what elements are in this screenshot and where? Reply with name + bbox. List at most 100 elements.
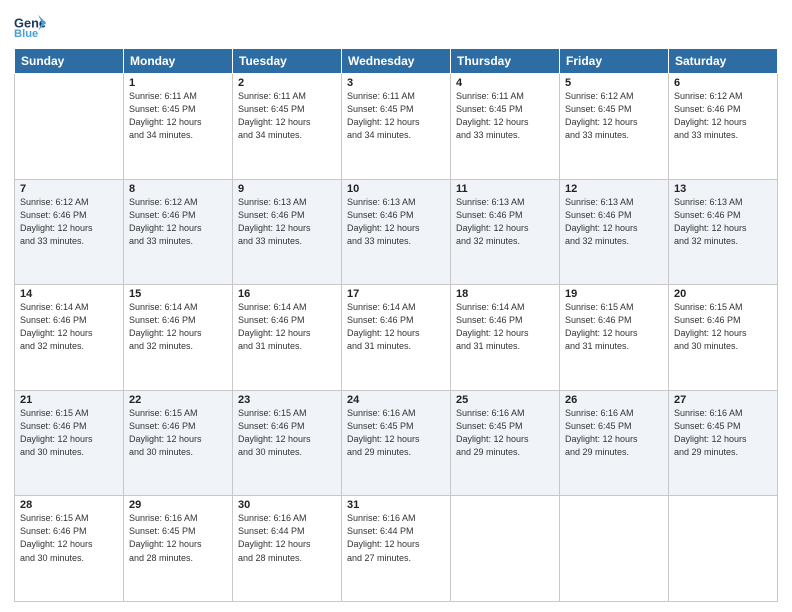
day-number: 25	[456, 394, 554, 406]
cell-sun-info: Sunrise: 6:13 AMSunset: 6:46 PMDaylight:…	[674, 196, 772, 248]
cell-sun-info: Sunrise: 6:12 AMSunset: 6:46 PMDaylight:…	[129, 196, 227, 248]
day-number: 19	[565, 288, 663, 300]
calendar-cell	[15, 74, 124, 180]
calendar-cell: 12Sunrise: 6:13 AMSunset: 6:46 PMDayligh…	[560, 179, 669, 285]
calendar-cell: 1Sunrise: 6:11 AMSunset: 6:45 PMDaylight…	[124, 74, 233, 180]
calendar-cell: 5Sunrise: 6:12 AMSunset: 6:45 PMDaylight…	[560, 74, 669, 180]
calendar-cell: 13Sunrise: 6:13 AMSunset: 6:46 PMDayligh…	[669, 179, 778, 285]
weekday-header-sunday: Sunday	[15, 49, 124, 74]
cell-sun-info: Sunrise: 6:12 AMSunset: 6:45 PMDaylight:…	[565, 90, 663, 142]
day-number: 13	[674, 183, 772, 195]
header: General Blue	[14, 10, 778, 42]
calendar-cell: 10Sunrise: 6:13 AMSunset: 6:46 PMDayligh…	[342, 179, 451, 285]
page: General Blue SundayMondayTuesdayWednesda…	[0, 0, 792, 612]
calendar-cell: 27Sunrise: 6:16 AMSunset: 6:45 PMDayligh…	[669, 390, 778, 496]
day-number: 28	[20, 499, 118, 511]
day-number: 24	[347, 394, 445, 406]
calendar-cell: 16Sunrise: 6:14 AMSunset: 6:46 PMDayligh…	[233, 285, 342, 391]
calendar-cell: 7Sunrise: 6:12 AMSunset: 6:46 PMDaylight…	[15, 179, 124, 285]
weekday-header-wednesday: Wednesday	[342, 49, 451, 74]
day-number: 10	[347, 183, 445, 195]
cell-sun-info: Sunrise: 6:16 AMSunset: 6:45 PMDaylight:…	[674, 407, 772, 459]
logo: General Blue	[14, 10, 46, 42]
calendar-cell: 24Sunrise: 6:16 AMSunset: 6:45 PMDayligh…	[342, 390, 451, 496]
calendar-cell: 11Sunrise: 6:13 AMSunset: 6:46 PMDayligh…	[451, 179, 560, 285]
weekday-header-row: SundayMondayTuesdayWednesdayThursdayFrid…	[15, 49, 778, 74]
calendar-cell: 2Sunrise: 6:11 AMSunset: 6:45 PMDaylight…	[233, 74, 342, 180]
calendar-cell	[560, 496, 669, 602]
calendar-cell: 29Sunrise: 6:16 AMSunset: 6:45 PMDayligh…	[124, 496, 233, 602]
day-number: 27	[674, 394, 772, 406]
calendar-cell: 3Sunrise: 6:11 AMSunset: 6:45 PMDaylight…	[342, 74, 451, 180]
cell-sun-info: Sunrise: 6:12 AMSunset: 6:46 PMDaylight:…	[674, 90, 772, 142]
calendar-cell: 15Sunrise: 6:14 AMSunset: 6:46 PMDayligh…	[124, 285, 233, 391]
calendar-cell: 28Sunrise: 6:15 AMSunset: 6:46 PMDayligh…	[15, 496, 124, 602]
logo-icon: General Blue	[14, 10, 46, 42]
calendar: SundayMondayTuesdayWednesdayThursdayFrid…	[14, 48, 778, 602]
cell-sun-info: Sunrise: 6:14 AMSunset: 6:46 PMDaylight:…	[238, 301, 336, 353]
day-number: 5	[565, 77, 663, 89]
day-number: 2	[238, 77, 336, 89]
cell-sun-info: Sunrise: 6:15 AMSunset: 6:46 PMDaylight:…	[674, 301, 772, 353]
weekday-header-tuesday: Tuesday	[233, 49, 342, 74]
cell-sun-info: Sunrise: 6:16 AMSunset: 6:45 PMDaylight:…	[565, 407, 663, 459]
day-number: 31	[347, 499, 445, 511]
calendar-cell: 17Sunrise: 6:14 AMSunset: 6:46 PMDayligh…	[342, 285, 451, 391]
calendar-cell: 9Sunrise: 6:13 AMSunset: 6:46 PMDaylight…	[233, 179, 342, 285]
cell-sun-info: Sunrise: 6:14 AMSunset: 6:46 PMDaylight:…	[347, 301, 445, 353]
day-number: 21	[20, 394, 118, 406]
calendar-cell: 4Sunrise: 6:11 AMSunset: 6:45 PMDaylight…	[451, 74, 560, 180]
day-number: 6	[674, 77, 772, 89]
cell-sun-info: Sunrise: 6:15 AMSunset: 6:46 PMDaylight:…	[238, 407, 336, 459]
cell-sun-info: Sunrise: 6:14 AMSunset: 6:46 PMDaylight:…	[456, 301, 554, 353]
day-number: 26	[565, 394, 663, 406]
cell-sun-info: Sunrise: 6:15 AMSunset: 6:46 PMDaylight:…	[129, 407, 227, 459]
calendar-cell: 23Sunrise: 6:15 AMSunset: 6:46 PMDayligh…	[233, 390, 342, 496]
cell-sun-info: Sunrise: 6:11 AMSunset: 6:45 PMDaylight:…	[238, 90, 336, 142]
calendar-cell: 14Sunrise: 6:14 AMSunset: 6:46 PMDayligh…	[15, 285, 124, 391]
cell-sun-info: Sunrise: 6:11 AMSunset: 6:45 PMDaylight:…	[456, 90, 554, 142]
cell-sun-info: Sunrise: 6:11 AMSunset: 6:45 PMDaylight:…	[129, 90, 227, 142]
cell-sun-info: Sunrise: 6:13 AMSunset: 6:46 PMDaylight:…	[456, 196, 554, 248]
day-number: 11	[456, 183, 554, 195]
calendar-cell	[669, 496, 778, 602]
day-number: 17	[347, 288, 445, 300]
cell-sun-info: Sunrise: 6:13 AMSunset: 6:46 PMDaylight:…	[238, 196, 336, 248]
calendar-cell: 30Sunrise: 6:16 AMSunset: 6:44 PMDayligh…	[233, 496, 342, 602]
weekday-header-thursday: Thursday	[451, 49, 560, 74]
day-number: 23	[238, 394, 336, 406]
week-row-3: 14 Sunrise: 6:14 AMSunset: 6:46 PMDayligh…	[15, 285, 778, 391]
weekday-header-saturday: Saturday	[669, 49, 778, 74]
calendar-cell: 31Sunrise: 6:16 AMSunset: 6:44 PMDayligh…	[342, 496, 451, 602]
calendar-cell: 20Sunrise: 6:15 AMSunset: 6:46 PMDayligh…	[669, 285, 778, 391]
weekday-header-monday: Monday	[124, 49, 233, 74]
week-row-5: 28Sunrise: 6:15 AMSunset: 6:46 PMDayligh…	[15, 496, 778, 602]
cell-sun-info: Sunrise: 6:16 AMSunset: 6:45 PMDaylight:…	[347, 407, 445, 459]
calendar-cell: 25Sunrise: 6:16 AMSunset: 6:45 PMDayligh…	[451, 390, 560, 496]
day-number: 4	[456, 77, 554, 89]
cell-sun-info: Sunrise: 6:16 AMSunset: 6:45 PMDaylight:…	[456, 407, 554, 459]
calendar-cell: 18Sunrise: 6:14 AMSunset: 6:46 PMDayligh…	[451, 285, 560, 391]
calendar-cell: 8Sunrise: 6:12 AMSunset: 6:46 PMDaylight…	[124, 179, 233, 285]
day-number: 8	[129, 183, 227, 195]
day-number: 15	[129, 288, 227, 300]
cell-sun-info: Sunrise: 6:13 AMSunset: 6:46 PMDaylight:…	[347, 196, 445, 248]
day-number: 20	[674, 288, 772, 300]
day-number: 16	[238, 288, 336, 300]
cell-sun-info: Sunrise: 6:15 AMSunset: 6:46 PMDaylight:…	[20, 407, 118, 459]
day-number: 14	[20, 288, 118, 300]
cell-sun-info: Sunrise: 6:12 AMSunset: 6:46 PMDaylight:…	[20, 196, 118, 248]
cell-sun-info: Sunrise: 6:11 AMSunset: 6:45 PMDaylight:…	[347, 90, 445, 142]
day-number: 30	[238, 499, 336, 511]
day-number: 7	[20, 183, 118, 195]
day-number: 18	[456, 288, 554, 300]
svg-text:Blue: Blue	[14, 28, 38, 40]
weekday-header-friday: Friday	[560, 49, 669, 74]
day-number: 1	[129, 77, 227, 89]
calendar-cell	[451, 496, 560, 602]
calendar-cell: 19Sunrise: 6:15 AMSunset: 6:46 PMDayligh…	[560, 285, 669, 391]
cell-sun-info: Sunrise: 6:16 AMSunset: 6:44 PMDaylight:…	[238, 512, 336, 564]
cell-sun-info: Sunrise: 6:15 AMSunset: 6:46 PMDaylight:…	[20, 512, 118, 564]
week-row-2: 7Sunrise: 6:12 AMSunset: 6:46 PMDaylight…	[15, 179, 778, 285]
day-number: 12	[565, 183, 663, 195]
